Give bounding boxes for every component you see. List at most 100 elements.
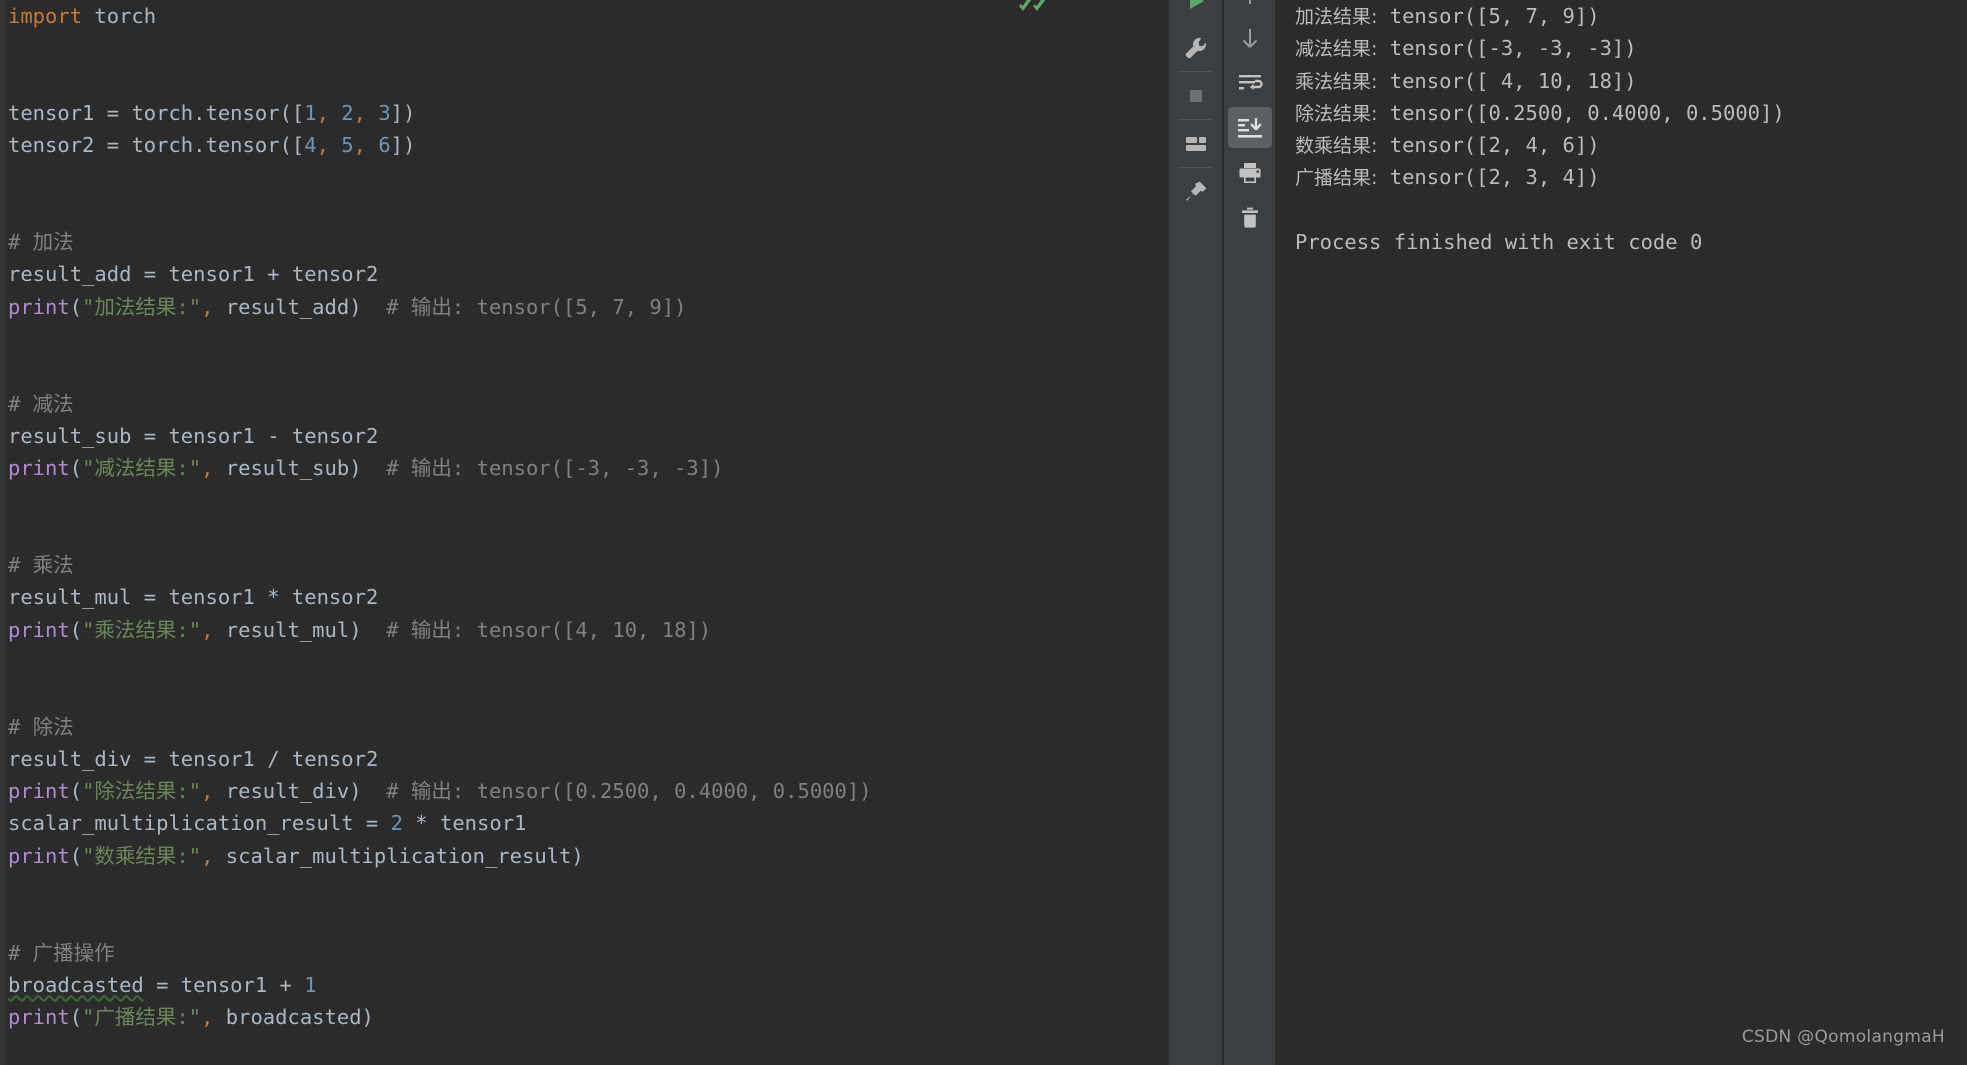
code-line[interactable] xyxy=(8,161,1147,193)
editor-scrollbar-track[interactable] xyxy=(1147,0,1169,1065)
code-line[interactable] xyxy=(8,32,1147,64)
code-token: # 输出: tensor([-3, -3, -3]) xyxy=(361,456,724,481)
console-line-label: 减法结果: xyxy=(1295,38,1378,61)
code-line[interactable] xyxy=(8,678,1147,710)
clear-all-button[interactable] xyxy=(1228,197,1272,238)
code-token: , xyxy=(201,456,214,481)
code-line[interactable]: print("乘法结果:", result_mul) # 输出: tensor(… xyxy=(8,614,1147,646)
code-editor[interactable]: import torch tensor1 = torch.tensor([1, … xyxy=(0,0,1147,1065)
code-token: print xyxy=(8,779,70,804)
code-line[interactable]: print("加法结果:", result_add) # 输出: tensor(… xyxy=(8,291,1147,323)
code-line[interactable] xyxy=(8,65,1147,97)
code-token: tensor1 xyxy=(168,585,268,610)
editor-code-area[interactable]: import torch tensor1 = torch.tensor([1, … xyxy=(8,0,1147,1034)
inspection-status-widget[interactable] xyxy=(1013,0,1047,16)
code-token: ( xyxy=(69,617,83,642)
editor-gutter[interactable] xyxy=(0,0,6,1065)
code-token: + xyxy=(279,972,305,997)
code-line[interactable] xyxy=(8,323,1147,355)
stop-button[interactable] xyxy=(1174,75,1218,116)
code-token: scalar_multiplication_result xyxy=(8,811,366,836)
console-output[interactable]: 加法结果: tensor([5, 7, 9]) 减法结果: tensor([-3,… xyxy=(1295,0,1967,258)
code-token: , xyxy=(201,1005,214,1030)
code-token: 6 xyxy=(378,133,391,158)
toolbar-separator xyxy=(1179,167,1212,168)
code-token: torch xyxy=(94,4,157,28)
scroll-to-end-button[interactable] xyxy=(1227,107,1272,148)
code-token: torch xyxy=(131,100,194,125)
code-line[interactable]: # 加法 xyxy=(8,226,1147,258)
run-console[interactable]: 加法结果: tensor([5, 7, 9]) 减法结果: tensor([-3,… xyxy=(1275,0,1967,1065)
code-token: tensor1 xyxy=(168,746,268,771)
code-token: = xyxy=(365,811,391,836)
code-line[interactable]: import torch xyxy=(8,0,1147,32)
code-token: "除法结果:" xyxy=(82,779,202,804)
arrow-down-icon xyxy=(1242,28,1257,48)
code-token: ) xyxy=(349,617,362,642)
code-token: = xyxy=(143,746,169,771)
rerun-button[interactable] xyxy=(1174,0,1218,21)
code-token: tensor2 xyxy=(291,585,379,610)
code-line[interactable] xyxy=(8,484,1147,516)
code-token: ) xyxy=(349,294,362,319)
code-line[interactable] xyxy=(8,904,1147,936)
console-line-label: 数乘结果: xyxy=(1295,135,1378,158)
console-line-label: 加法结果: xyxy=(1295,6,1378,28)
code-line[interactable]: # 乘法 xyxy=(8,549,1147,581)
settings-button[interactable] xyxy=(1174,27,1218,68)
code-line[interactable] xyxy=(8,872,1147,904)
scroll-up-button[interactable] xyxy=(1228,0,1272,15)
console-toolbar-right[interactable] xyxy=(1224,0,1275,1065)
scroll-down-button[interactable] xyxy=(1228,17,1272,58)
code-line[interactable]: scalar_multiplication_result = 2 * tenso… xyxy=(8,807,1147,839)
code-line[interactable]: print("除法结果:", result_div) # 输出: tensor(… xyxy=(8,775,1147,807)
code-token: . xyxy=(193,133,206,158)
code-line[interactable]: result_mul = tensor1 * tensor2 xyxy=(8,581,1147,613)
code-token: tensor1 xyxy=(439,811,527,836)
code-token: = xyxy=(143,262,169,287)
code-line[interactable]: result_sub = tensor1 - tensor2 xyxy=(8,420,1147,452)
console-line-label: 除法结果: xyxy=(1295,102,1378,125)
code-line[interactable]: # 除法 xyxy=(8,711,1147,743)
code-token: ) xyxy=(571,843,584,868)
code-token: print xyxy=(8,843,70,868)
code-line[interactable]: result_add = tensor1 + tensor2 xyxy=(8,258,1147,290)
soft-wrap-button[interactable] xyxy=(1228,62,1272,103)
code-line[interactable] xyxy=(8,646,1147,678)
code-token: "乘法结果:" xyxy=(82,617,202,642)
pin-tab-button[interactable] xyxy=(1174,171,1218,212)
stop-icon xyxy=(1189,89,1202,102)
code-token: # 输出: tensor([5, 7, 9]) xyxy=(361,294,687,319)
layout-button[interactable] xyxy=(1174,123,1218,164)
console-line: 广播结果: tensor([2, 3, 4]) xyxy=(1295,161,1967,193)
code-token: , xyxy=(201,843,214,868)
code-token: broadcasted xyxy=(8,972,144,997)
code-token: ( xyxy=(69,1005,83,1030)
code-token: = xyxy=(143,585,169,610)
toolbar-separator xyxy=(1179,71,1212,72)
code-line[interactable]: tensor1 = torch.tensor([1, 2, 3]) xyxy=(8,97,1147,129)
code-token: - xyxy=(267,423,292,448)
code-line[interactable]: print("减法结果:", result_sub) # 输出: tensor(… xyxy=(8,452,1147,484)
print-button[interactable] xyxy=(1228,152,1272,193)
code-line[interactable]: # 广播操作 xyxy=(8,937,1147,969)
code-token: print xyxy=(8,456,70,481)
code-token: , xyxy=(316,100,329,125)
code-line[interactable]: print("广播结果:", broadcasted) xyxy=(8,1001,1147,1033)
code-token: "减法结果:" xyxy=(82,456,202,481)
code-line[interactable] xyxy=(8,517,1147,549)
code-line[interactable]: result_div = tensor1 / tensor2 xyxy=(8,743,1147,775)
code-line[interactable] xyxy=(8,194,1147,226)
code-token: # 输出: tensor([0.2500, 0.4000, 0.5000]) xyxy=(361,779,872,804)
code-token: 1 xyxy=(304,972,317,997)
code-line[interactable]: print("数乘结果:", scalar_multiplication_res… xyxy=(8,840,1147,872)
code-line[interactable] xyxy=(8,355,1147,387)
code-token: # 加法 xyxy=(8,230,74,255)
code-line[interactable]: tensor2 = torch.tensor([4, 5, 6]) xyxy=(8,129,1147,161)
run-toolbar-left[interactable] xyxy=(1169,0,1222,1065)
code-line[interactable]: broadcasted = tensor1 + 1 xyxy=(8,969,1147,1001)
code-token: "广播结果:" xyxy=(82,1005,202,1030)
code-line[interactable]: # 减法 xyxy=(8,388,1147,420)
